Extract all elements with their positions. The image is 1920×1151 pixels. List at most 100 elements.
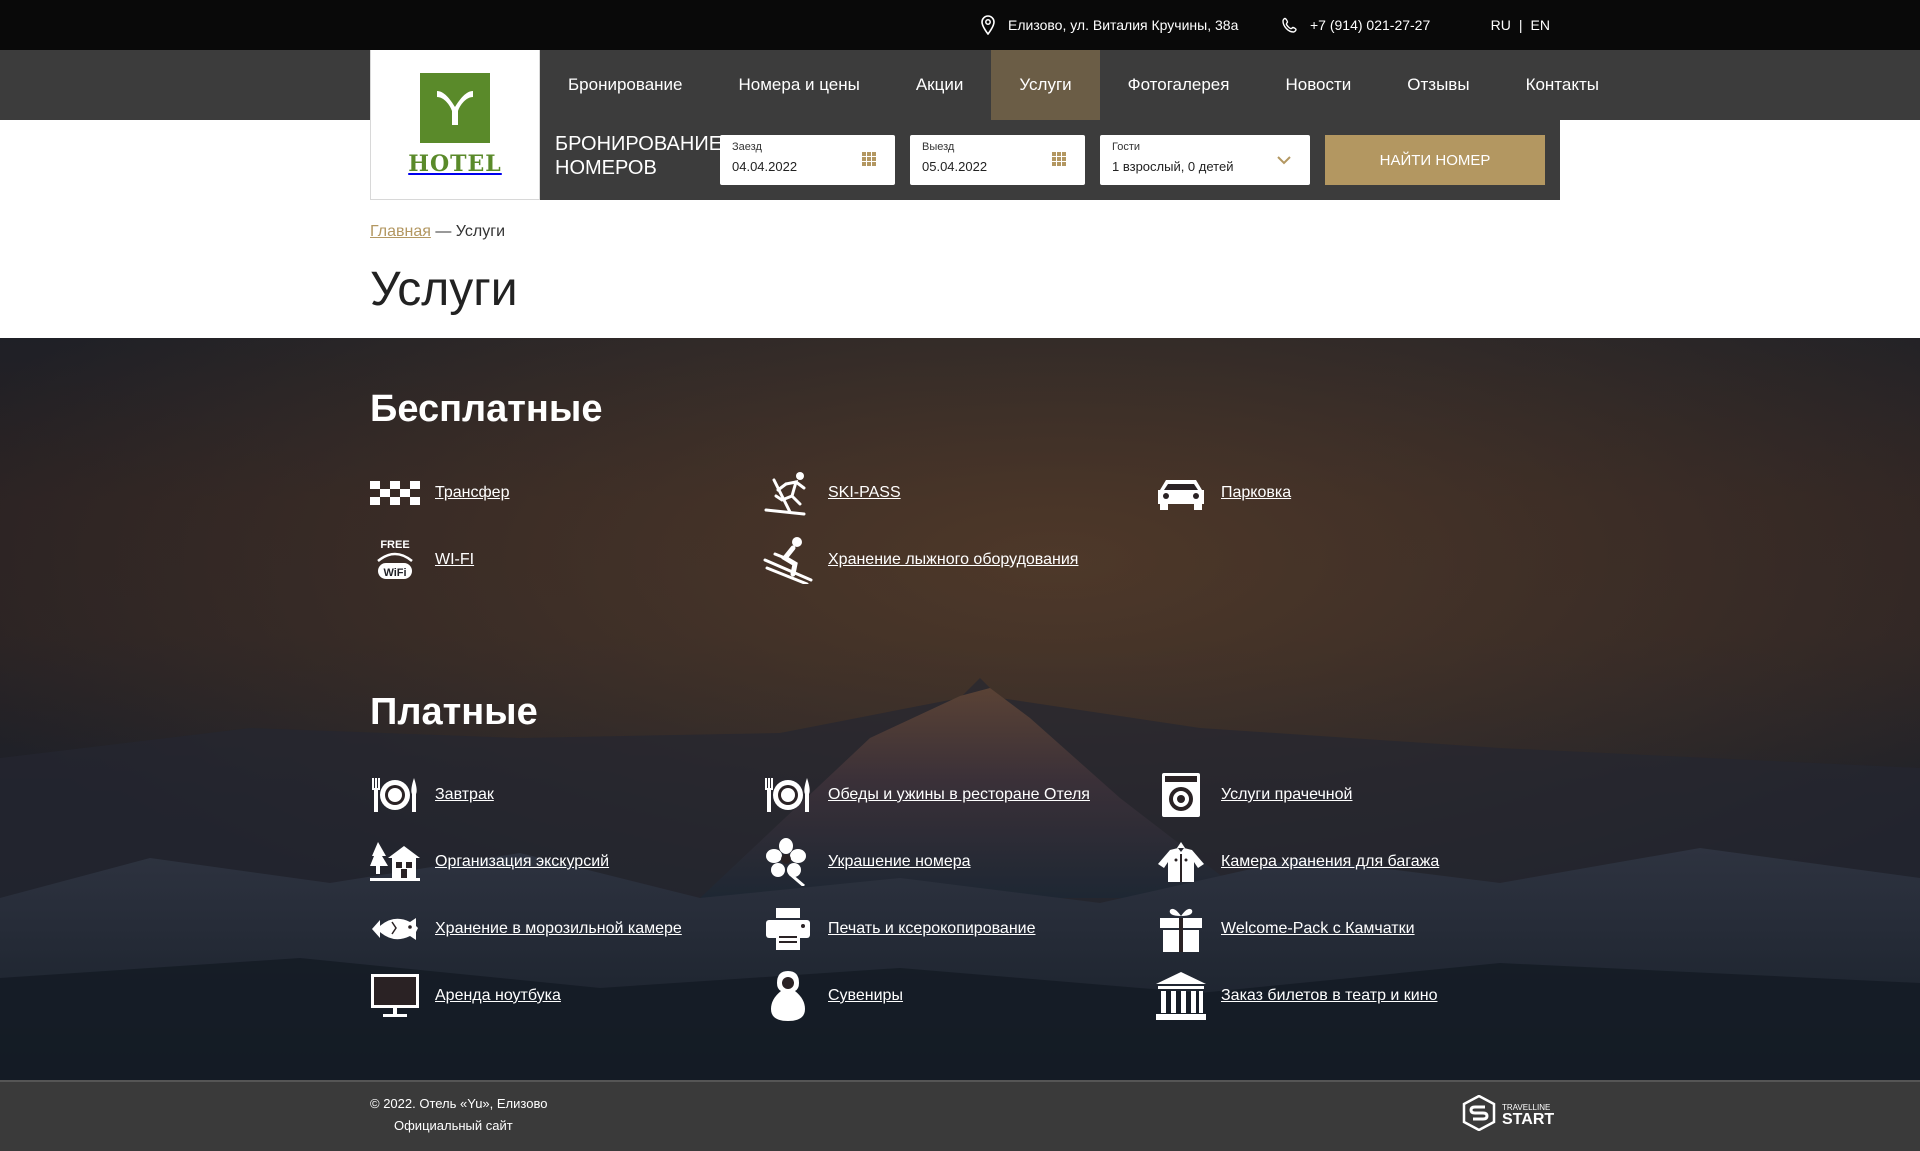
service-item[interactable]: Хранение лыжного оборудования	[763, 535, 1078, 585]
page-title: Услуги	[370, 263, 518, 316]
service-link[interactable]: Печать и ксерокопирование	[828, 920, 1035, 938]
breadcrumb: Главная — Услуги	[370, 223, 505, 241]
lang-ru-link[interactable]: RU	[1491, 17, 1511, 33]
breadcrumb-current: Услуги	[455, 223, 505, 240]
downhill-skier-icon	[763, 535, 813, 585]
plate-icon	[370, 770, 420, 820]
breadcrumb-separator: —	[430, 223, 456, 240]
footer-copyright: © 2022. Отель «Yu», Елизово	[370, 1096, 548, 1111]
phone-block[interactable]: +7 (914) 021-27-27	[1282, 0, 1430, 50]
service-item[interactable]: Услуги прачечной	[1156, 770, 1352, 820]
service-item[interactable]: Камера хранения для багажа	[1156, 837, 1439, 887]
nav-item-services[interactable]: Услуги	[991, 50, 1100, 120]
service-link[interactable]: Аренда ноутбука	[435, 987, 561, 1005]
nav-item-gallery[interactable]: Фотогалерея	[1100, 50, 1258, 120]
checkout-field[interactable]: Выезд 05.04.2022	[910, 135, 1085, 185]
service-item[interactable]: Украшение номера	[763, 837, 971, 887]
breadcrumb-home-link[interactable]: Главная	[370, 223, 431, 240]
wifi-badge-free-text: FREE	[380, 539, 409, 551]
paid-services-title: Платные	[370, 691, 538, 733]
booking-form: Бронирование номеров Заезд 04.04.2022 Вы…	[540, 120, 1560, 200]
service-item[interactable]: SKI-PASS	[763, 468, 901, 518]
nav-item-rooms[interactable]: Номера и цены	[711, 50, 888, 120]
nav-item-reviews[interactable]: Отзывы	[1379, 50, 1497, 120]
travelline-s-icon	[1462, 1094, 1496, 1136]
printer-icon	[763, 904, 813, 954]
hotel-logo[interactable]: HOTEL	[370, 50, 540, 200]
services-section: Бесплатные Трансфер SKI-PASS Парковка FR…	[0, 338, 1920, 1080]
service-item[interactable]: Аренда ноутбука	[370, 971, 561, 1021]
lang-separator: |	[1518, 17, 1523, 33]
service-link[interactable]: Парковка	[1221, 484, 1291, 502]
guests-value[interactable]: 1 взрослый, 0 детей	[1112, 159, 1233, 174]
monitor-icon	[370, 971, 420, 1021]
service-item[interactable]: Обеды и ужины в ресторане Отеля	[763, 770, 1090, 820]
service-item[interactable]: Сувениры	[763, 971, 903, 1021]
service-link[interactable]: Услуги прачечной	[1221, 786, 1352, 804]
free-wifi-icon: FREE WiFi	[370, 535, 420, 585]
service-link[interactable]: WI-FI	[435, 551, 474, 569]
service-item[interactable]: FREE WiFi WI-FI	[370, 535, 474, 585]
service-link[interactable]: SKI-PASS	[828, 484, 901, 502]
service-link[interactable]: Обеды и ужины в ресторане Отеля	[828, 786, 1090, 804]
phone-icon	[1282, 17, 1298, 33]
washing-machine-icon	[1156, 770, 1206, 820]
address-text: Елизово, ул. Виталия Кручины, 38а	[1008, 17, 1239, 33]
service-item[interactable]: Заказ билетов в театр и кино	[1156, 971, 1437, 1021]
nav-item-contacts[interactable]: Контакты	[1498, 50, 1627, 120]
service-item[interactable]: Завтрак	[370, 770, 494, 820]
checkout-value[interactable]: 05.04.2022	[922, 159, 987, 174]
flower-icon	[763, 837, 813, 887]
service-link[interactable]: Хранение в морозильной камере	[435, 920, 682, 938]
phone-text[interactable]: +7 (914) 021-27-27	[1310, 17, 1430, 33]
plate-icon	[763, 770, 813, 820]
taxi-icon	[370, 468, 420, 518]
main-nav-bar: Бронирование Номера и цены Акции Услуги …	[0, 50, 1920, 120]
address-block: Елизово, ул. Виталия Кручины, 38а	[980, 0, 1238, 50]
service-item[interactable]: Парковка	[1156, 468, 1291, 518]
mountain-background-image	[0, 338, 1920, 1080]
free-services-title: Бесплатные	[370, 388, 603, 430]
main-nav: Бронирование Номера и цены Акции Услуги …	[540, 50, 1627, 120]
service-item[interactable]: Печать и ксерокопирование	[763, 904, 1035, 954]
booking-title: Бронирование номеров	[555, 133, 723, 179]
gift-icon	[1156, 904, 1206, 954]
fish-icon	[370, 904, 420, 954]
service-link[interactable]: Организация экскурсий	[435, 853, 609, 871]
service-link[interactable]: Welcome-Pack с Камчатки	[1221, 920, 1415, 938]
checkin-field[interactable]: Заезд 04.04.2022	[720, 135, 895, 185]
top-bar: Елизово, ул. Виталия Кручины, 38а +7 (91…	[0, 0, 1920, 50]
service-link[interactable]: Трансфер	[435, 484, 509, 502]
service-link[interactable]: Заказ билетов в театр и кино	[1221, 987, 1437, 1005]
cabin-icon	[370, 837, 420, 887]
theater-icon	[1156, 971, 1206, 1021]
logo-y-mark-icon	[420, 72, 490, 143]
chevron-down-icon[interactable]	[1276, 153, 1292, 171]
service-link[interactable]: Завтрак	[435, 786, 494, 804]
checkin-value[interactable]: 04.04.2022	[732, 159, 797, 174]
service-link[interactable]: Камера хранения для багажа	[1221, 853, 1439, 871]
travelline-start-logo[interactable]: TRAVELLINE START	[1462, 1094, 1555, 1136]
service-item[interactable]: Хранение в морозильной камере	[370, 904, 682, 954]
find-room-button[interactable]: Найти номер	[1325, 135, 1545, 185]
service-link[interactable]: Сувениры	[828, 987, 903, 1005]
car-icon	[1156, 468, 1206, 518]
footer: © 2022. Отель «Yu», Елизово Официальный …	[0, 1080, 1920, 1151]
nav-item-booking[interactable]: Бронирование	[540, 50, 711, 120]
wifi-badge-wifi-text: WiFi	[383, 567, 406, 579]
service-item[interactable]: Организация экскурсий	[370, 837, 609, 887]
footer-official-site: Официальный сайт	[394, 1118, 513, 1133]
service-link[interactable]: Хранение лыжного оборудования	[828, 551, 1078, 569]
guests-label: Гости	[1112, 141, 1141, 153]
checkin-label: Заезд	[732, 141, 762, 153]
service-item[interactable]: Welcome-Pack с Камчатки	[1156, 904, 1415, 954]
calendar-icon[interactable]	[861, 151, 877, 172]
nav-item-promotions[interactable]: Акции	[888, 50, 992, 120]
nav-item-news[interactable]: Новости	[1257, 50, 1379, 120]
calendar-icon[interactable]	[1051, 151, 1067, 172]
service-link[interactable]: Украшение номера	[828, 853, 971, 871]
travelline-start-text: START	[1502, 1111, 1555, 1128]
guests-field[interactable]: Гости 1 взрослый, 0 детей	[1100, 135, 1310, 185]
service-item[interactable]: Трансфер	[370, 468, 509, 518]
lang-en-link[interactable]: EN	[1531, 17, 1550, 33]
